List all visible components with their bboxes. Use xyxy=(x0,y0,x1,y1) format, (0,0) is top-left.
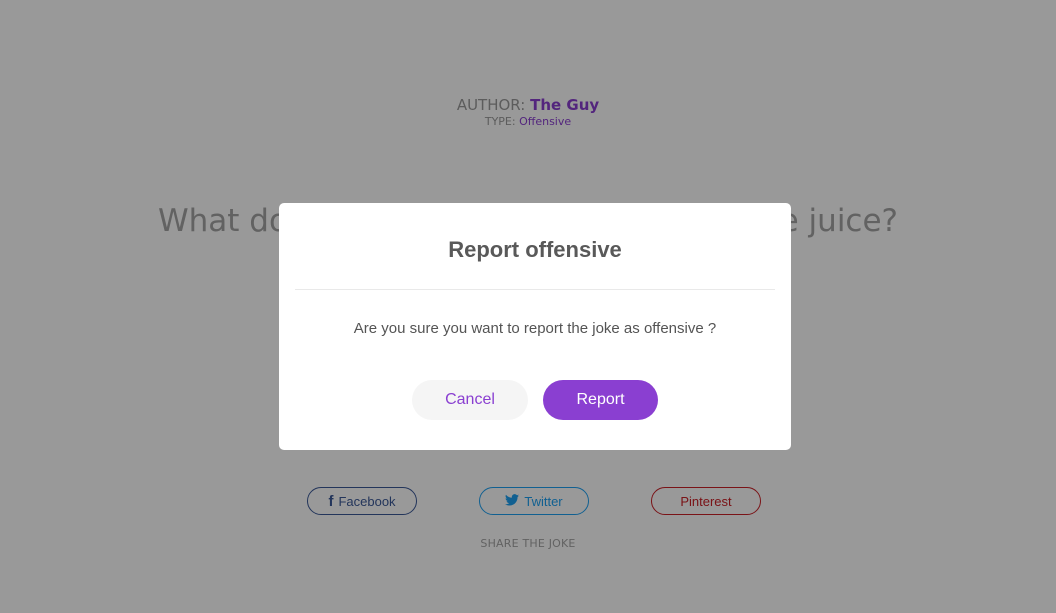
dialog-title: Report offensive xyxy=(448,237,622,262)
dialog-divider xyxy=(295,289,775,290)
dialog-message: Are you sure you want to report the joke… xyxy=(353,320,717,337)
report-dialog: Report offensive Are you sure you want t… xyxy=(279,203,791,450)
report-button[interactable]: Report xyxy=(543,380,658,420)
cancel-button[interactable]: Cancel xyxy=(412,380,528,420)
